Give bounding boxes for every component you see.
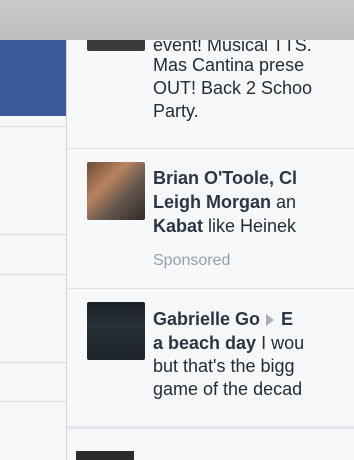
facebook-header-bar xyxy=(0,40,70,116)
story-line: Party. xyxy=(153,101,199,121)
story-line: game of the decad xyxy=(153,379,303,399)
target-name[interactable]: E xyxy=(281,309,293,329)
browser-toolbar xyxy=(0,0,354,40)
sponsored-label: Sponsored xyxy=(153,252,231,269)
sidebar-divider xyxy=(0,234,66,235)
story-line: a beach day I wou xyxy=(153,332,354,355)
poster-name[interactable]: Gabrielle Go xyxy=(153,309,260,329)
story-line: Leigh Morgan an xyxy=(153,191,354,214)
friend-name[interactable]: Leigh Morgan xyxy=(153,192,271,212)
sidebar-divider xyxy=(0,401,66,402)
sidebar-divider xyxy=(0,362,66,363)
story-thumbnail[interactable] xyxy=(87,302,145,360)
story-line: Kabat like Heinek xyxy=(153,215,354,238)
story-line: Gabrielle Go E xyxy=(153,308,354,331)
feed-story[interactable]: event! Musical TTS. Mas Cantina prese OU… xyxy=(67,40,354,149)
story-thumbnail[interactable] xyxy=(76,451,134,460)
story-title[interactable]: a beach day xyxy=(153,333,256,353)
story-line: but that's the bigg xyxy=(153,356,295,376)
ticker-feed[interactable]: event! Musical TTS. Mas Cantina prese OU… xyxy=(66,40,354,460)
sidebar-divider xyxy=(0,126,66,127)
left-sidebar xyxy=(0,116,67,460)
friend-names[interactable]: Brian O'Toole, Cl xyxy=(153,168,297,188)
story-avatar[interactable] xyxy=(87,162,145,220)
friend-name[interactable]: Kabat xyxy=(153,216,203,236)
story-text: I wou xyxy=(256,333,305,353)
arrow-right-icon xyxy=(266,314,275,327)
story-line: OUT! Back 2 Schoo xyxy=(153,78,313,98)
story-text: like Heinek xyxy=(203,216,297,236)
feed-story-sponsored[interactable]: Brian O'Toole, Cl Leigh Morgan an Kabat … xyxy=(67,149,354,289)
story-text: an xyxy=(271,192,297,212)
story-thumbnail[interactable] xyxy=(87,40,145,51)
sidebar-divider xyxy=(0,274,66,275)
story-line: Brian O'Toole, Cl xyxy=(153,167,354,190)
feed-story[interactable]: Gabrielle Go E a beach day I wou but that… xyxy=(67,289,354,427)
story-line: Mas Cantina prese xyxy=(153,55,305,75)
